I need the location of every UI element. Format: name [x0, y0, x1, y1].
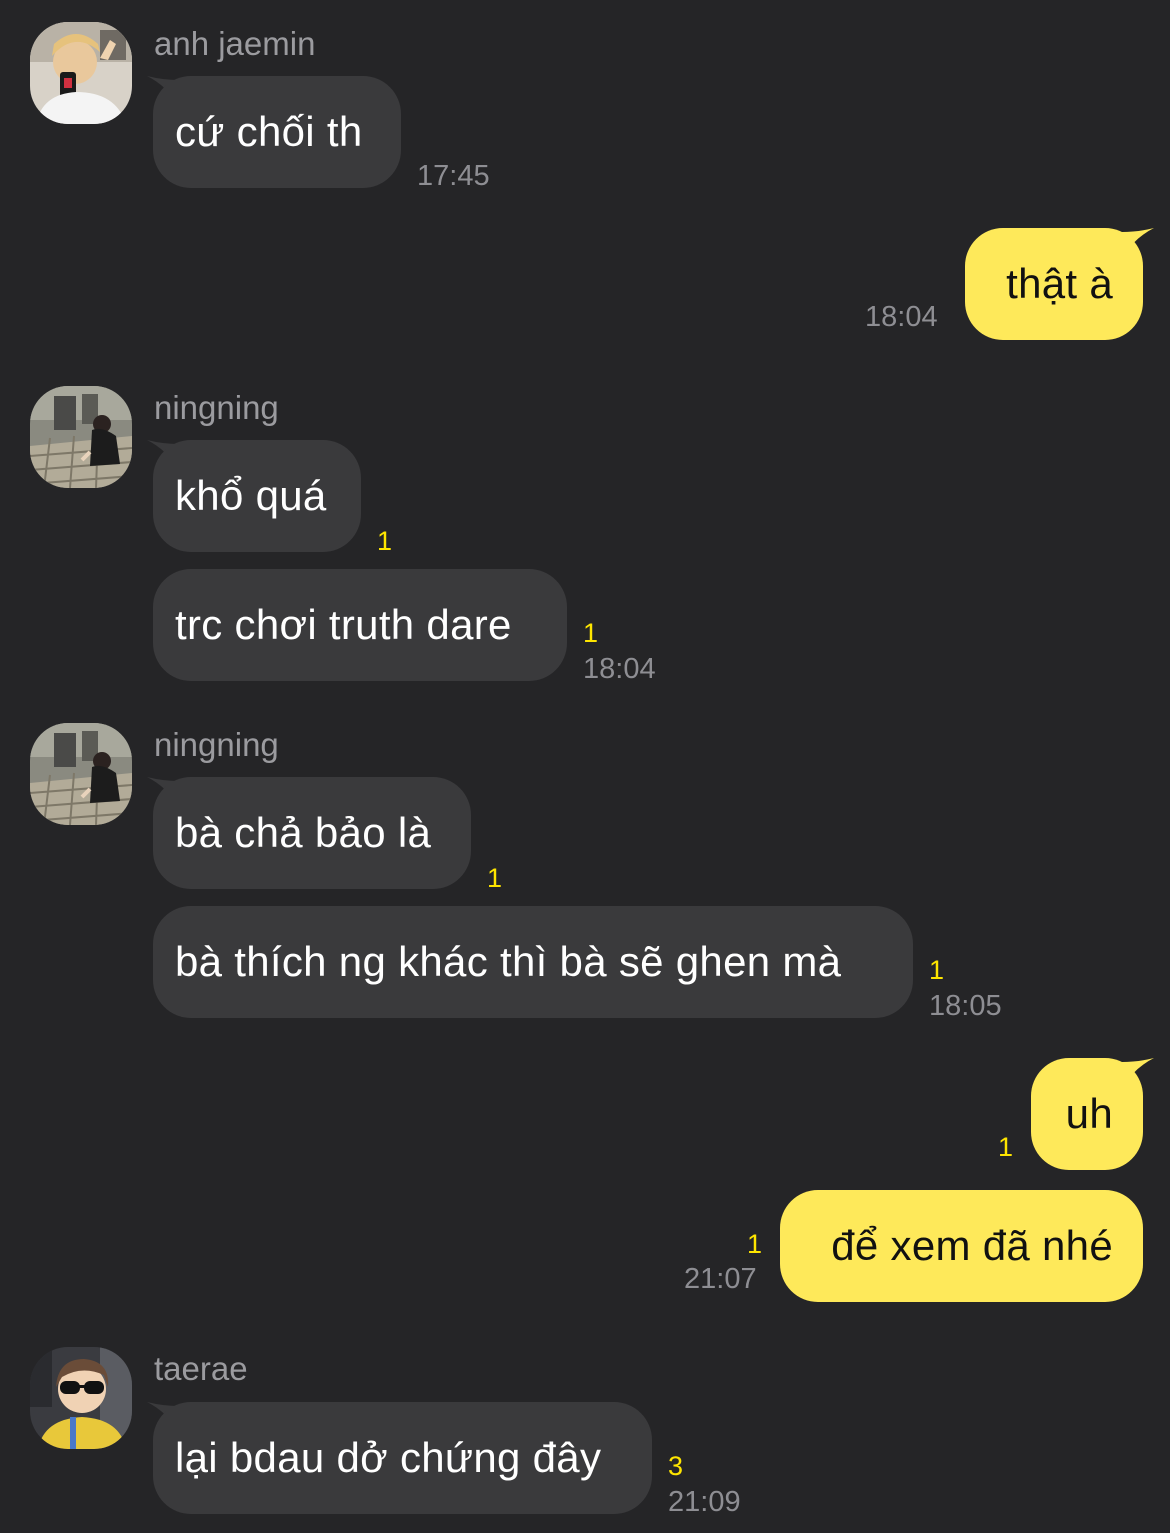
message-bubble[interactable]: bà thích ng khác thì bà sẽ ghen mà	[153, 906, 913, 1018]
message-time: 18:05	[929, 990, 1002, 1022]
message-time: 21:07	[684, 1263, 757, 1295]
avatar-anh-jaemin[interactable]	[30, 22, 132, 124]
sender-name: taerae	[154, 1350, 248, 1387]
profile-photo-icon	[30, 723, 132, 825]
message-text: bà thích ng khác thì bà sẽ ghen mà	[175, 938, 842, 985]
message-bubble[interactable]: cứ chối th	[153, 76, 401, 188]
message-text: để xem đã nhé	[831, 1222, 1113, 1269]
bubble-tail	[1122, 228, 1154, 258]
message-text: bà chả bảo là	[175, 809, 432, 856]
profile-photo-icon	[30, 22, 132, 124]
sender-name: ningning	[154, 726, 279, 763]
message-text: thật à	[1006, 260, 1113, 307]
message-time: 17:45	[417, 160, 490, 192]
message-text: trc chơi truth dare	[175, 601, 512, 648]
profile-photo-icon	[30, 1347, 132, 1449]
unread-count: 1	[583, 618, 599, 648]
unread-count: 1	[998, 1132, 1014, 1162]
bubble-tail	[1122, 1058, 1154, 1088]
avatar-taerae[interactable]	[30, 1347, 132, 1449]
unread-count: 3	[668, 1451, 684, 1481]
unread-count: 1	[487, 863, 503, 893]
message-bubble[interactable]: khổ quá	[153, 440, 361, 552]
message-bubble[interactable]: trc chơi truth dare	[153, 569, 567, 681]
message-text: lại bdau dở chứng đây	[175, 1434, 602, 1481]
message-bubble[interactable]: lại bdau dở chứng đây	[153, 1402, 652, 1514]
message-time: 18:04	[865, 301, 938, 333]
message-time: 18:04	[583, 653, 656, 685]
message-bubble-outgoing[interactable]: để xem đã nhé	[780, 1190, 1143, 1302]
unread-count: 1	[377, 526, 393, 556]
chat-screen: anh jaemin cứ chối th 17:45 18:04 thật à…	[0, 0, 1170, 1533]
message-text: khổ quá	[175, 472, 327, 519]
unread-count: 1	[747, 1229, 763, 1259]
sender-name: anh jaemin	[154, 25, 316, 62]
message-time: 21:09	[668, 1486, 741, 1518]
message-bubble[interactable]: bà chả bảo là	[153, 777, 471, 889]
avatar-ningning[interactable]	[30, 386, 132, 488]
unread-count: 1	[929, 955, 945, 985]
message-text: cứ chối th	[175, 108, 363, 155]
message-bubble-outgoing[interactable]: thật à	[965, 228, 1143, 340]
message-text: uh	[1065, 1090, 1113, 1137]
sender-name: ningning	[154, 389, 279, 426]
avatar-ningning[interactable]	[30, 723, 132, 825]
profile-photo-icon	[30, 386, 132, 488]
